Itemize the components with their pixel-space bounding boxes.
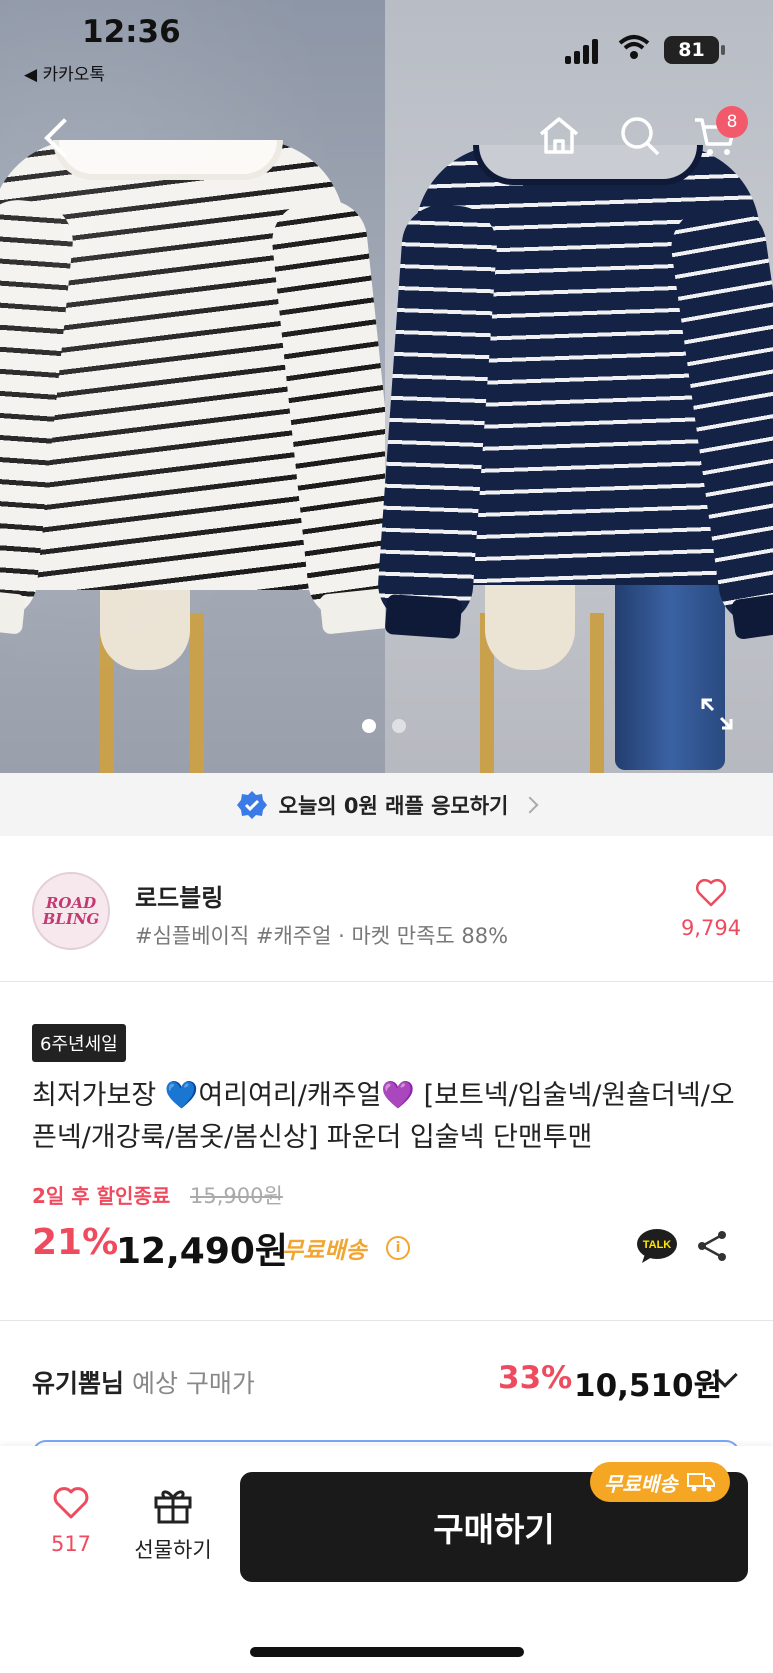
store-logo[interactable]: ROAD BLING (32, 872, 110, 950)
mannequin-legs (100, 560, 190, 670)
status-time: 12:36 (82, 14, 181, 50)
shirt-sleeve (375, 202, 500, 640)
wishlist-button[interactable]: 517 (36, 1486, 106, 1556)
shirt-sleeve (666, 200, 773, 641)
carousel-pagination (362, 719, 406, 733)
wishlist-count: 517 (50, 1532, 92, 1556)
discount-rate: 21% (32, 1222, 119, 1263)
chevron-right-icon (521, 796, 539, 813)
carousel-dot[interactable] (362, 719, 376, 733)
truck-icon (686, 1473, 715, 1492)
member-name: 유기뽐님 (32, 1369, 125, 1398)
share-icon[interactable] (694, 1228, 730, 1264)
shirt-neckline (52, 140, 283, 180)
heart-outline-icon (695, 878, 727, 907)
member-expected-price: 10,510원 (574, 1368, 723, 1404)
battery-icon: 81 (664, 36, 725, 64)
carousel-dot[interactable] (392, 719, 406, 733)
home-indicator (250, 1647, 524, 1657)
anniversary-sale-badge: 6주년세일 (32, 1024, 126, 1062)
shirt-neckline (472, 145, 703, 185)
heart-outline-icon (53, 1487, 89, 1519)
fullscreen-icon[interactable] (700, 697, 734, 731)
search-icon[interactable] (616, 112, 664, 160)
store-info[interactable]: ROAD BLING 로드블링 #심플베이직 #캐주얼 · 마켓 만족도 88%… (0, 836, 773, 982)
gift-icon (154, 1490, 192, 1524)
home-icon[interactable] (535, 112, 583, 160)
store-tags: #심플베이직 #캐주얼 · 마켓 만족도 88% (135, 924, 509, 948)
gift-button[interactable]: 선물하기 (128, 1486, 218, 1564)
raffle-banner[interactable]: 오늘의 0원 래플 응모하기 (0, 773, 773, 836)
product-title: 최저가보장 💙여리여리/캐주얼💜 [보트넥/입술넥/원숄더넥/오픈넥/개강룩/봄… (32, 1080, 735, 1153)
verified-badge-icon (236, 790, 267, 819)
purchase-bar: 517 선물하기 구매하기 무료배송 (0, 1446, 773, 1673)
kakao-talk-icon[interactable]: TALK (636, 1228, 678, 1264)
sale-end-notice: 2일 후 할인종료 (32, 1184, 171, 1208)
back-icon[interactable] (38, 114, 78, 164)
talk-icon-label: TALK (643, 1239, 672, 1251)
original-price: 15,900원 (190, 1184, 283, 1208)
product-image-carousel[interactable]: 12:36 ◀ 카카오톡 81 8 (0, 0, 773, 773)
store-logo-text: ROAD (45, 894, 97, 912)
signal-icon (565, 38, 601, 64)
gift-label: 선물하기 (134, 1538, 212, 1562)
sale-price: 12,490원 (116, 1231, 289, 1272)
cart-count-badge: 8 (716, 106, 748, 138)
free-shipping-badge-text: 무료배송 (604, 1471, 678, 1496)
member-price-label: 예상 구매가 (124, 1369, 255, 1398)
free-shipping-badge: 무료배송 (590, 1462, 730, 1502)
mannequin-stand (100, 613, 114, 773)
mannequin-stand (190, 613, 204, 773)
wifi-icon (618, 34, 650, 67)
mannequin-stand (590, 613, 604, 773)
free-shipping-label: 무료배송 (282, 1238, 367, 1264)
store-logo-text: BLING (42, 910, 100, 928)
store-like-count: 9,794 (680, 916, 742, 940)
status-bar: 12:36 ◀ 카카오톡 81 (0, 0, 773, 85)
member-price-row[interactable]: 유기뽐님 예상 구매가 (32, 1364, 255, 1400)
section-divider (0, 1320, 773, 1321)
striped-shirt-white (0, 140, 407, 635)
raffle-banner-text: 오늘의 0원 래플 응모하기 (278, 793, 509, 818)
info-icon[interactable]: i (386, 1236, 410, 1260)
shirt-sleeve (0, 196, 77, 635)
store-name[interactable]: 로드블링 (135, 878, 223, 913)
store-like-button[interactable]: 9,794 (678, 878, 744, 940)
back-to-app-link[interactable]: ◀ 카카오톡 (24, 60, 105, 85)
member-discount-rate: 33% (498, 1360, 573, 1396)
striped-shirt-navy (375, 145, 773, 641)
